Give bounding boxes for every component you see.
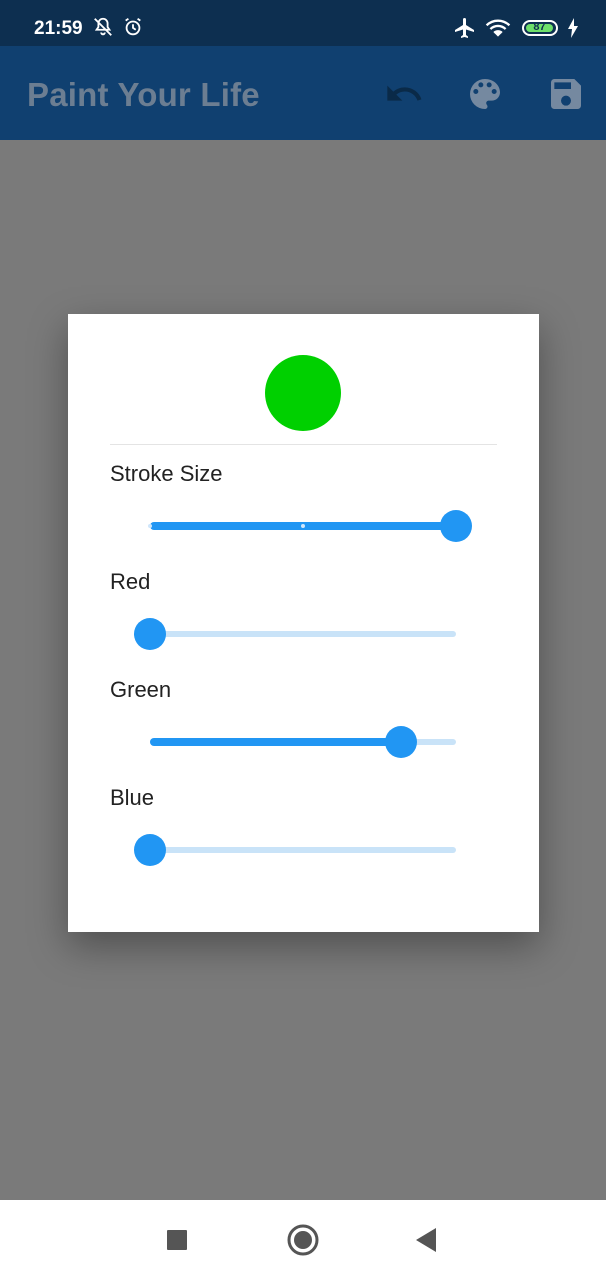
- charging-icon: [568, 18, 578, 38]
- battery-icon: 87: [521, 20, 558, 36]
- slider-track: [150, 631, 456, 637]
- blue-slider[interactable]: [134, 832, 456, 868]
- stroke-size-slider[interactable]: [148, 508, 472, 544]
- slider-tick: [148, 524, 152, 528]
- wifi-icon: [485, 19, 511, 37]
- app-title: Paint Your Life: [27, 76, 260, 113]
- home-icon: [287, 1224, 319, 1256]
- slider-tick: [301, 524, 305, 528]
- home-button[interactable]: [281, 1220, 325, 1260]
- status-bar: 21:59 87: [0, 0, 606, 46]
- recent-apps-icon: [167, 1230, 187, 1250]
- save-icon: [551, 79, 581, 109]
- color-preview-swatch: [265, 355, 341, 431]
- slider-thumb[interactable]: [384, 726, 417, 758]
- red-label: Red: [110, 569, 151, 594]
- slider-thumb[interactable]: [440, 510, 472, 542]
- color-picker-dialog: Stroke Size Red Green Blue: [68, 314, 539, 932]
- slider-active-track: [150, 738, 401, 746]
- slider-thumb[interactable]: [134, 834, 166, 866]
- save-button[interactable]: [546, 74, 586, 114]
- navigation-bar: [0, 1200, 606, 1280]
- undo-button[interactable]: [384, 74, 424, 114]
- undo-icon: [387, 85, 422, 101]
- slider-track: [150, 847, 456, 853]
- back-button[interactable]: [404, 1220, 448, 1260]
- color-palette-button[interactable]: [465, 74, 505, 114]
- status-time: 21:59: [34, 18, 83, 39]
- app-bar: Paint Your Life: [0, 46, 606, 140]
- alarm-icon: [125, 17, 142, 36]
- battery-level: 87: [533, 21, 546, 33]
- blue-label: Blue: [110, 785, 155, 810]
- notifications-off-icon: [94, 17, 112, 36]
- red-slider[interactable]: [134, 616, 456, 652]
- recent-apps-button[interactable]: [155, 1220, 199, 1260]
- palette-icon: [470, 79, 500, 109]
- airplane-mode-icon: [454, 18, 474, 38]
- back-icon: [416, 1228, 436, 1252]
- stroke-size-label: Stroke Size: [110, 461, 223, 486]
- green-slider[interactable]: [150, 724, 456, 760]
- green-label: Green: [110, 677, 172, 702]
- slider-thumb[interactable]: [134, 618, 166, 650]
- divider: [110, 444, 497, 445]
